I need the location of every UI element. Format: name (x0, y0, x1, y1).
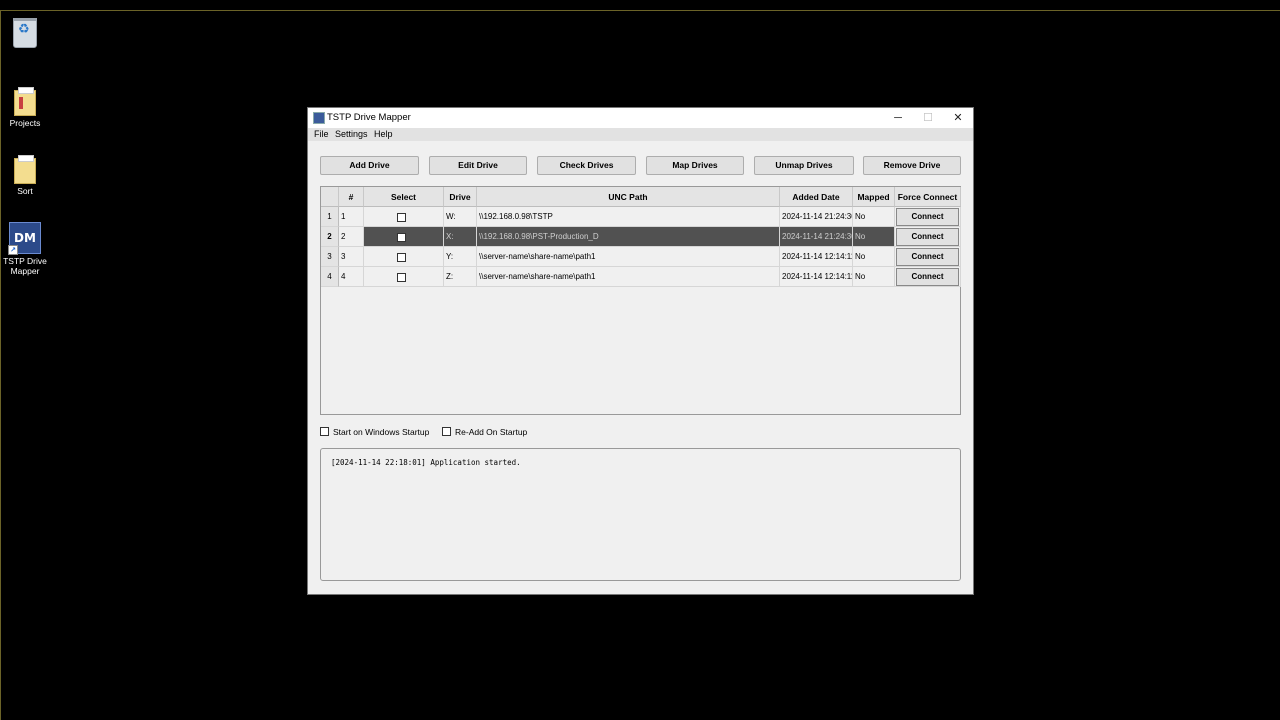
desktop-top-border (0, 10, 1280, 11)
cell-force-connect: Connect (895, 207, 961, 227)
desktop-icon-tstp-drive-mapper[interactable]: DM ↗ TSTP Drive Mapper (0, 222, 50, 276)
desktop-icon-label: Sort (17, 186, 33, 196)
option-label: Start on Windows Startup (333, 427, 430, 437)
title-bar[interactable]: TSTP Drive Mapper ─ ☐ ✕ (308, 108, 973, 128)
connect-button[interactable]: Connect (896, 208, 959, 226)
minimize-button[interactable]: ─ (884, 110, 912, 126)
drives-table[interactable]: # Select Drive UNC Path Added Date Mappe… (320, 186, 961, 415)
select-checkbox[interactable] (397, 253, 406, 262)
app-shortcut-icon: DM ↗ (8, 222, 41, 255)
folder-icon (14, 87, 36, 116)
desktop-icon-label: TSTP Drive Mapper (3, 256, 47, 276)
cell-added-date: 2024-11-14 12:14:11 (780, 267, 853, 287)
table-row[interactable]: 3 3 Y: \\server-name\share-name\path1 20… (321, 247, 961, 267)
cell-force-connect: Connect (895, 247, 961, 267)
column-header-unc-path[interactable]: UNC Path (477, 187, 780, 207)
row-header[interactable]: 1 (321, 207, 339, 227)
corner-header[interactable] (321, 187, 339, 207)
row-header[interactable]: 2 (321, 227, 339, 247)
select-checkbox[interactable] (397, 233, 406, 242)
menu-settings[interactable]: Settings (335, 129, 368, 139)
cell-drive: W: (444, 207, 477, 227)
option-label: Re-Add On Startup (455, 427, 528, 437)
maximize-button[interactable]: ☐ (914, 110, 942, 126)
column-header-drive[interactable]: Drive (444, 187, 477, 207)
menu-bar: File Settings Help (308, 128, 973, 141)
shortcut-arrow-icon: ↗ (8, 245, 18, 255)
desktop-icon-sort[interactable]: Sort (0, 155, 50, 196)
cell-unc-path: \\192.168.0.98\PST-Production_D (477, 227, 780, 247)
cell-added-date: 2024-11-14 12:14:11 (780, 247, 853, 267)
recycle-bin-icon (13, 18, 37, 48)
cell-force-connect: Connect (895, 267, 961, 287)
column-header-mapped[interactable]: Mapped (853, 187, 895, 207)
desktop-icon-label: Projects (9, 118, 41, 128)
readd-on-startup-option[interactable]: Re-Add On Startup (442, 427, 527, 437)
connect-button[interactable]: Connect (896, 228, 959, 246)
log-output[interactable]: [2024-11-14 22:18:01] Application starte… (320, 448, 961, 581)
desktop-icon-projects[interactable]: Projects (0, 87, 50, 128)
select-checkbox[interactable] (397, 213, 406, 222)
cell-number: 3 (339, 247, 364, 267)
cell-mapped: No (853, 227, 895, 247)
table-row[interactable]: 4 4 Z: \\server-name\share-name\path1 20… (321, 267, 961, 287)
window-title: TSTP Drive Mapper (327, 112, 411, 123)
start-on-startup-checkbox[interactable] (320, 427, 329, 436)
cell-mapped: No (853, 267, 895, 287)
remove-drive-button[interactable]: Remove Drive (863, 156, 961, 175)
menu-file[interactable]: File (314, 129, 329, 139)
cell-number: 1 (339, 207, 364, 227)
folder-icon (14, 155, 36, 184)
connect-button[interactable]: Connect (896, 268, 959, 286)
cell-unc-path: \\server-name\share-name\path1 (477, 267, 780, 287)
menu-help[interactable]: Help (374, 129, 393, 139)
cell-force-connect: Connect (895, 227, 961, 247)
cell-mapped: No (853, 207, 895, 227)
connect-button[interactable]: Connect (896, 248, 959, 266)
cell-number: 2 (339, 227, 364, 247)
app-icon-glyph: DM (14, 231, 36, 245)
cell-added-date: 2024-11-14 21:24:30 (780, 207, 853, 227)
log-line: [2024-11-14 22:18:01] Application starte… (331, 458, 521, 467)
select-checkbox[interactable] (397, 273, 406, 282)
column-header-added-date[interactable]: Added Date (780, 187, 853, 207)
cell-drive: Y: (444, 247, 477, 267)
cell-select (364, 207, 444, 227)
cell-unc-path: \\server-name\share-name\path1 (477, 247, 780, 267)
start-on-windows-startup-option[interactable]: Start on Windows Startup (320, 427, 429, 437)
add-drive-button[interactable]: Add Drive (320, 156, 419, 175)
cell-added-date: 2024-11-14 21:24:30 (780, 227, 853, 247)
column-header-number[interactable]: # (339, 187, 364, 207)
app-window: TSTP Drive Mapper ─ ☐ ✕ File Settings He… (307, 107, 974, 595)
unmap-drives-button[interactable]: Unmap Drives (754, 156, 854, 175)
close-button[interactable]: ✕ (944, 110, 972, 126)
desktop-icon-recycle-bin[interactable] (0, 18, 50, 50)
app-icon (313, 112, 325, 124)
row-header[interactable]: 4 (321, 267, 339, 287)
cell-select (364, 267, 444, 287)
cell-unc-path: \\192.168.0.98\TSTP (477, 207, 780, 227)
cell-select (364, 247, 444, 267)
cell-drive: Z: (444, 267, 477, 287)
column-header-force-connect[interactable]: Force Connect (895, 187, 961, 207)
cell-select (364, 227, 444, 247)
table-row[interactable]: 1 1 W: \\192.168.0.98\TSTP 2024-11-14 21… (321, 207, 961, 227)
cell-drive: X: (444, 227, 477, 247)
map-drives-button[interactable]: Map Drives (646, 156, 744, 175)
edit-drive-button[interactable]: Edit Drive (429, 156, 527, 175)
cell-mapped: No (853, 247, 895, 267)
row-header[interactable]: 3 (321, 247, 339, 267)
check-drives-button[interactable]: Check Drives (537, 156, 636, 175)
cell-number: 4 (339, 267, 364, 287)
readd-on-startup-checkbox[interactable] (442, 427, 451, 436)
table-row[interactable]: 2 2 X: \\192.168.0.98\PST-Production_D 2… (321, 227, 961, 247)
column-header-select[interactable]: Select (364, 187, 444, 207)
